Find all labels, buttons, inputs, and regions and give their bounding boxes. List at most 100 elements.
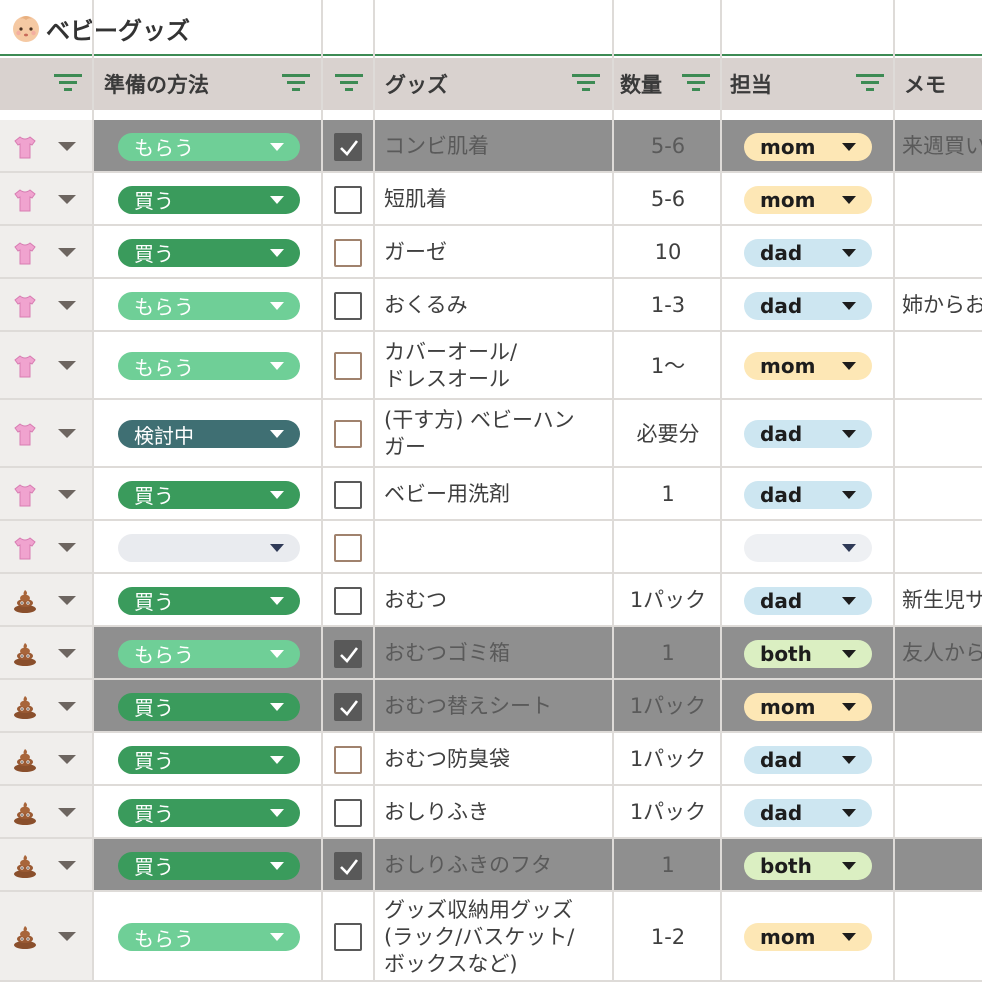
method-select[interactable]: 買う: [118, 851, 300, 880]
assignee-select[interactable]: dad: [744, 291, 872, 320]
method-select[interactable]: 買う: [118, 692, 300, 721]
header-assignee[interactable]: 担当: [730, 58, 772, 110]
method-select[interactable]: もらう: [118, 132, 300, 161]
goods-cell[interactable]: (干す方) ベビーハン ガー: [384, 407, 610, 461]
assignee-select[interactable]: dad: [744, 480, 872, 509]
category-dropdown-icon[interactable]: [58, 701, 76, 711]
done-checkbox[interactable]: [334, 420, 362, 448]
goods-cell[interactable]: おむつゴミ箱: [384, 640, 610, 667]
done-checkbox[interactable]: [334, 586, 362, 615]
done-checkbox[interactable]: [334, 533, 362, 562]
method-select[interactable]: もらう: [118, 291, 300, 320]
goods-cell[interactable]: おむつ: [384, 587, 610, 614]
assignee-select[interactable]: mom: [744, 352, 872, 380]
filter-icon[interactable]: [282, 72, 310, 94]
category-dropdown-icon[interactable]: [58, 932, 76, 941]
method-select[interactable]: もらう: [118, 639, 300, 668]
goods-cell[interactable]: コンビ肌着: [384, 133, 610, 160]
category-dropdown-icon[interactable]: [58, 429, 76, 438]
quantity-cell[interactable]: 1パック: [614, 693, 722, 720]
filter-icon[interactable]: [335, 72, 363, 94]
quantity-cell[interactable]: 1〜: [614, 353, 722, 380]
filter-icon[interactable]: [572, 72, 600, 94]
goods-cell[interactable]: おむつ替えシート: [384, 693, 610, 720]
quantity-cell[interactable]: 1パック: [614, 799, 722, 826]
method-select[interactable]: 買う: [118, 185, 300, 214]
quantity-cell[interactable]: 必要分: [614, 421, 722, 448]
assignee-select[interactable]: mom: [744, 185, 872, 214]
memo-cell[interactable]: 友人から: [902, 640, 982, 667]
category-dropdown-icon[interactable]: [58, 141, 76, 151]
done-checkbox[interactable]: [334, 798, 362, 827]
category-dropdown-icon[interactable]: [58, 194, 76, 204]
header-memo[interactable]: メモ: [904, 58, 946, 110]
filter-icon[interactable]: [856, 72, 884, 94]
done-checkbox[interactable]: [334, 291, 362, 320]
category-dropdown-icon[interactable]: [58, 754, 76, 764]
category-dropdown-icon[interactable]: [58, 860, 76, 870]
goods-cell[interactable]: おくるみ: [384, 292, 610, 319]
done-checkbox[interactable]: [334, 692, 362, 721]
goods-cell[interactable]: グッズ収納用グッズ (ラック/バスケット/ボックスなど): [384, 897, 610, 978]
memo-cell[interactable]: 来週買い: [902, 133, 982, 160]
filter-icon[interactable]: [682, 72, 710, 94]
assignee-select[interactable]: mom: [744, 132, 872, 161]
done-checkbox[interactable]: [334, 185, 362, 214]
done-checkbox[interactable]: [334, 352, 362, 380]
method-select[interactable]: もらう: [118, 352, 300, 380]
goods-cell[interactable]: ガーゼ: [384, 239, 610, 266]
method-select[interactable]: 買う: [118, 745, 300, 774]
assignee-select[interactable]: both: [744, 639, 872, 668]
assignee-select[interactable]: [744, 533, 872, 562]
method-select[interactable]: 買う: [118, 586, 300, 615]
goods-cell[interactable]: おしりふきのフタ: [384, 852, 610, 879]
category-dropdown-icon[interactable]: [58, 361, 76, 370]
header-method[interactable]: 準備の方法: [104, 58, 209, 110]
goods-cell[interactable]: おしりふき: [384, 799, 610, 826]
category-dropdown-icon[interactable]: [58, 247, 76, 257]
method-select[interactable]: 検討中: [118, 420, 300, 448]
quantity-cell[interactable]: 5-6: [614, 186, 722, 213]
done-checkbox[interactable]: [334, 480, 362, 509]
assignee-select[interactable]: both: [744, 851, 872, 880]
quantity-cell[interactable]: 1: [614, 481, 722, 508]
method-select[interactable]: [118, 533, 300, 562]
quantity-cell[interactable]: 1: [614, 852, 722, 879]
quantity-cell[interactable]: 1パック: [614, 746, 722, 773]
method-select[interactable]: 買う: [118, 238, 300, 267]
assignee-select[interactable]: dad: [744, 586, 872, 615]
quantity-cell[interactable]: 1-2: [614, 924, 722, 951]
quantity-cell[interactable]: 1: [614, 640, 722, 667]
done-checkbox[interactable]: [334, 639, 362, 668]
assignee-select[interactable]: mom: [744, 923, 872, 951]
quantity-cell[interactable]: 1-3: [614, 292, 722, 319]
assignee-select[interactable]: dad: [744, 238, 872, 267]
method-select[interactable]: もらう: [118, 923, 300, 951]
memo-cell[interactable]: 姉からお: [902, 292, 982, 319]
quantity-cell[interactable]: 10: [614, 239, 722, 266]
header-goods[interactable]: グッズ: [385, 58, 448, 110]
done-checkbox[interactable]: [334, 851, 362, 880]
method-select[interactable]: 買う: [118, 798, 300, 827]
method-select[interactable]: 買う: [118, 480, 300, 509]
category-dropdown-icon[interactable]: [58, 489, 76, 499]
assignee-select[interactable]: dad: [744, 420, 872, 448]
header-quantity[interactable]: 数量: [620, 58, 662, 110]
assignee-select[interactable]: dad: [744, 745, 872, 774]
filter-icon[interactable]: [54, 72, 82, 94]
goods-cell[interactable]: おむつ防臭袋: [384, 746, 610, 773]
category-dropdown-icon[interactable]: [58, 807, 76, 817]
category-dropdown-icon[interactable]: [58, 595, 76, 605]
quantity-cell[interactable]: 1パック: [614, 587, 722, 614]
memo-cell[interactable]: 新生児サ: [902, 587, 982, 614]
goods-cell[interactable]: 短肌着: [384, 186, 610, 213]
done-checkbox[interactable]: [334, 745, 362, 774]
done-checkbox[interactable]: [334, 132, 362, 161]
done-checkbox[interactable]: [334, 923, 362, 951]
goods-cell[interactable]: カバーオール/ドレスオール: [384, 339, 610, 393]
category-dropdown-icon[interactable]: [58, 300, 76, 310]
goods-cell[interactable]: ベビー用洗剤: [384, 481, 610, 508]
category-dropdown-icon[interactable]: [58, 648, 76, 658]
assignee-select[interactable]: mom: [744, 692, 872, 721]
quantity-cell[interactable]: 5-6: [614, 133, 722, 160]
